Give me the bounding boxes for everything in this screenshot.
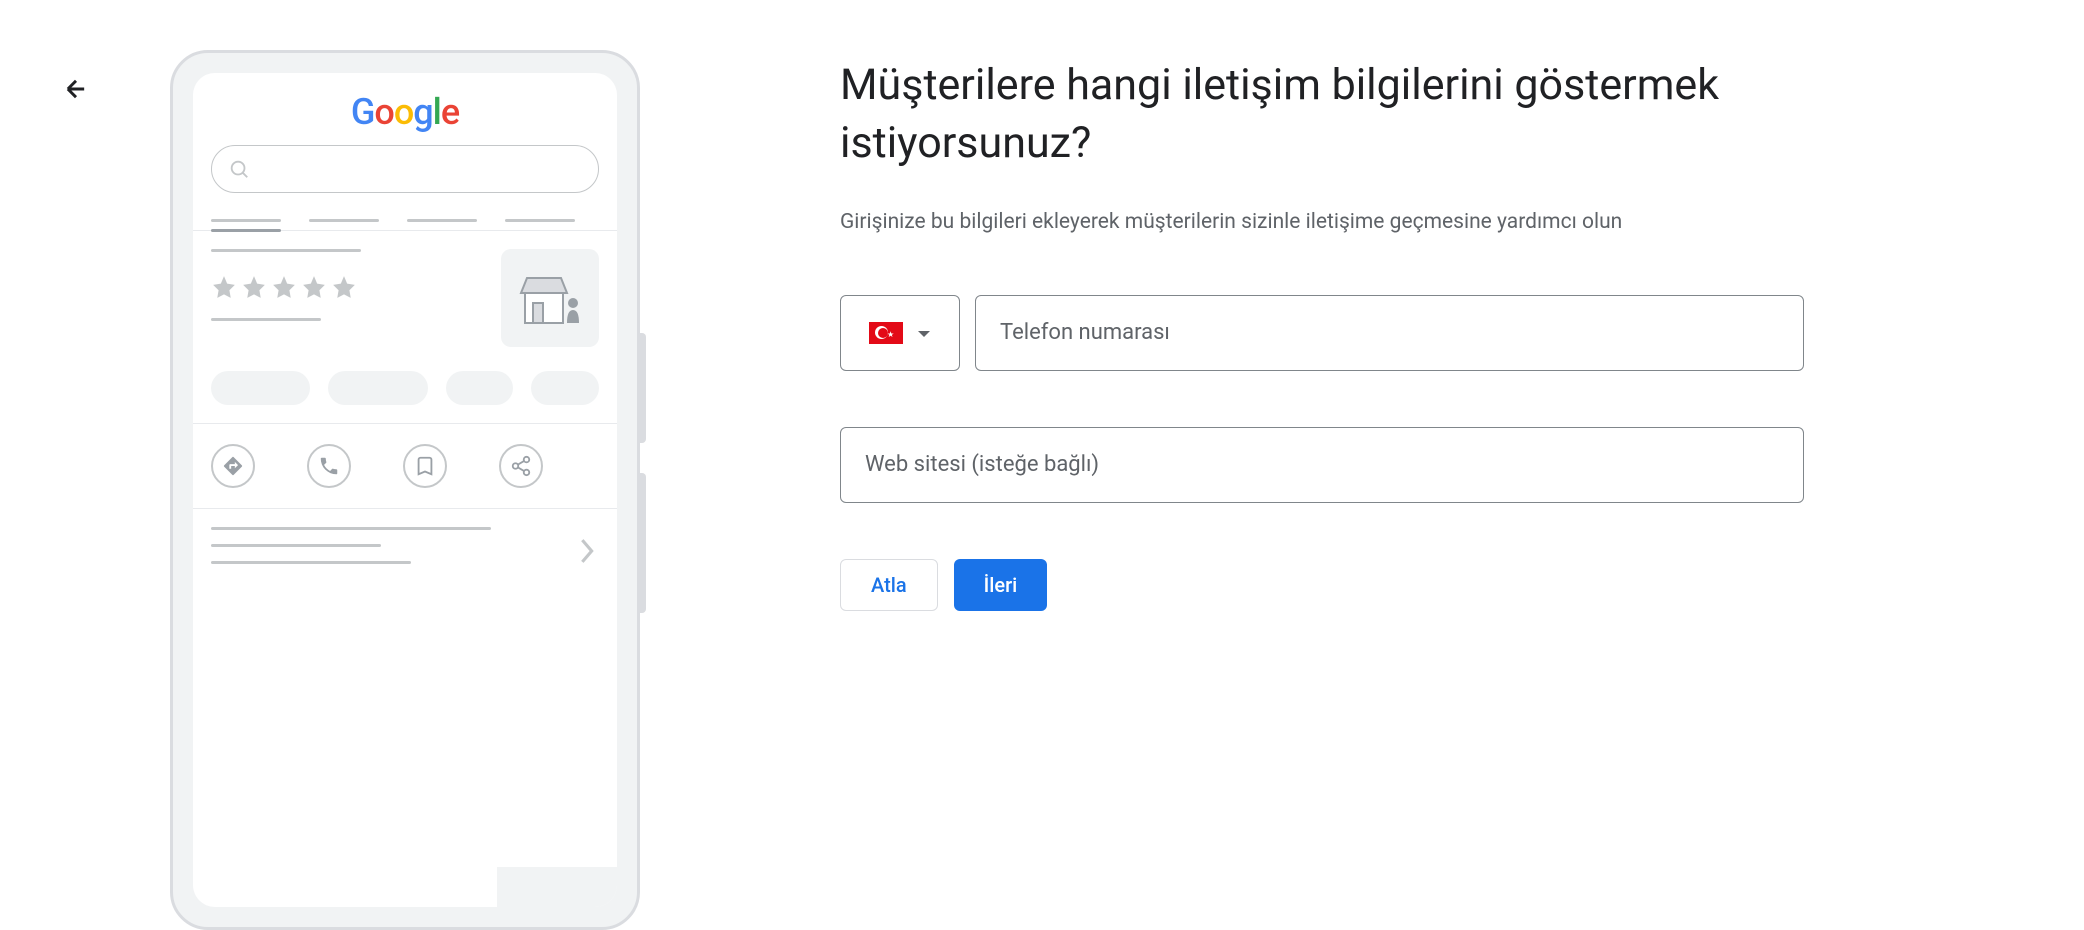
directions-icon <box>211 444 255 488</box>
google-logo: Google <box>193 73 617 145</box>
result-card-mock <box>193 231 617 424</box>
phone-preview-illustration: Google <box>170 50 640 930</box>
page-title: Müşterilere hangi iletişim bilgilerini g… <box>840 56 1804 172</box>
chevron-right-icon <box>579 537 595 569</box>
page-description: Girişinize bu bilgileri ekleyerek müşter… <box>840 206 1804 239</box>
search-box-mock <box>211 145 599 193</box>
star-rating-icon <box>211 274 501 300</box>
share-icon <box>499 444 543 488</box>
info-section-mock <box>193 509 617 582</box>
flag-tr-icon: ★ <box>869 322 903 344</box>
chevron-down-icon <box>917 323 931 342</box>
storefront-icon <box>501 249 599 347</box>
website-placeholder: Web sitesi (isteğe bağlı) <box>865 452 1099 477</box>
tabs-mock <box>193 205 617 231</box>
bookmark-icon <box>403 444 447 488</box>
action-icons-mock <box>193 424 617 509</box>
next-button[interactable]: İleri <box>954 559 1048 611</box>
back-button[interactable] <box>62 75 90 103</box>
phone-icon <box>307 444 351 488</box>
phone-placeholder: Telefon numarası <box>1000 320 1170 345</box>
country-code-select[interactable]: ★ <box>840 295 960 371</box>
website-input[interactable]: Web sitesi (isteğe bağlı) <box>840 427 1804 503</box>
phone-number-input[interactable]: Telefon numarası <box>975 295 1804 371</box>
skip-button[interactable]: Atla <box>840 559 938 611</box>
